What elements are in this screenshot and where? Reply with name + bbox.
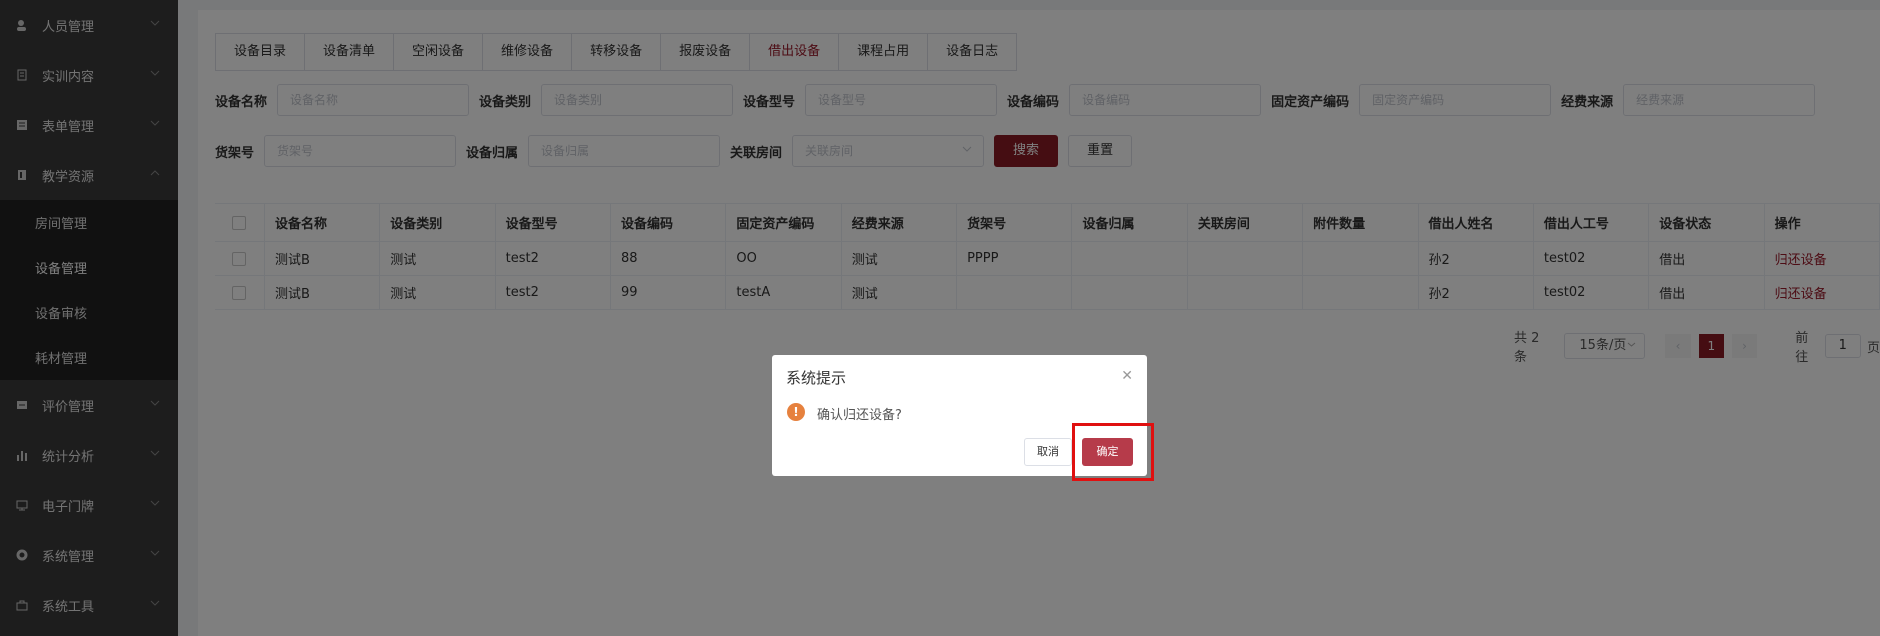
dialog-message: 确认归还设备?: [817, 408, 902, 423]
dialog-title: 系统提示: [786, 369, 847, 387]
close-icon[interactable]: ✕: [1121, 368, 1133, 384]
cancel-button[interactable]: 取消: [1024, 438, 1072, 466]
warning-icon: !: [787, 403, 805, 421]
modal-overlay[interactable]: [0, 0, 1880, 636]
highlight-box: [1072, 423, 1154, 481]
